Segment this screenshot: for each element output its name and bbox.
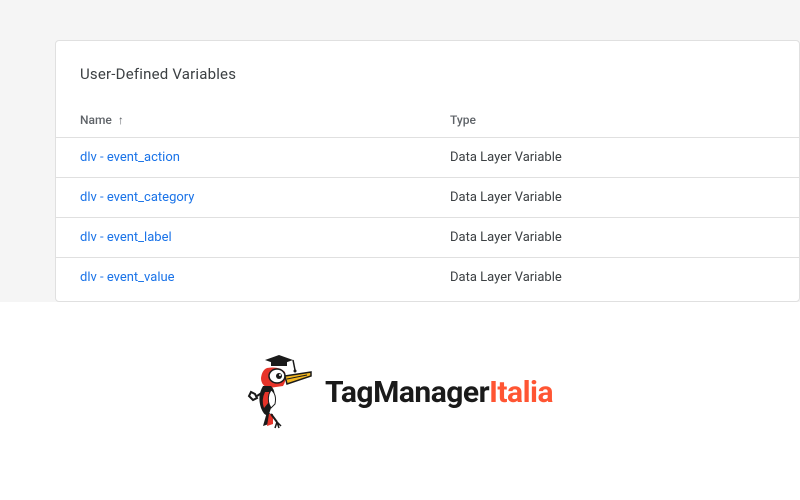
variable-name-link[interactable]: dlv - event_label: [80, 230, 450, 245]
sort-ascending-icon: ↑: [118, 113, 124, 127]
brand-logo: TagManagerItalia: [0, 302, 800, 432]
table-row[interactable]: dlv - event_action Data Layer Variable: [56, 138, 799, 178]
table-body: dlv - event_action Data Layer Variable d…: [56, 138, 799, 301]
variables-table: Name ↑ Type dlv - event_action Data Laye…: [56, 103, 799, 301]
variable-name-link[interactable]: dlv - event_action: [80, 150, 450, 165]
variable-type: Data Layer Variable: [450, 270, 775, 285]
variable-type: Data Layer Variable: [450, 230, 775, 245]
logo-part-1: TagManager: [325, 375, 489, 410]
table-row[interactable]: dlv - event_value Data Layer Variable: [56, 258, 799, 297]
variable-name-link[interactable]: dlv - event_category: [80, 190, 450, 205]
table-row[interactable]: dlv - event_category Data Layer Variable: [56, 178, 799, 218]
column-name-label: Name: [80, 113, 112, 127]
page-background: User-Defined Variables Name ↑ Type dlv -…: [0, 0, 800, 302]
variable-type: Data Layer Variable: [450, 190, 775, 205]
logo-text: TagManagerItalia: [325, 375, 553, 410]
table-header: Name ↑ Type: [56, 103, 799, 138]
variable-name-link[interactable]: dlv - event_value: [80, 270, 450, 285]
table-row[interactable]: dlv - event_label Data Layer Variable: [56, 218, 799, 258]
column-header-name[interactable]: Name ↑: [80, 113, 450, 127]
panel-title: User-Defined Variables: [56, 41, 799, 103]
logo-part-2: Italia: [489, 375, 553, 410]
variable-type: Data Layer Variable: [450, 150, 775, 165]
woodpecker-icon: [247, 352, 317, 432]
column-header-type[interactable]: Type: [450, 113, 775, 127]
user-defined-variables-panel: User-Defined Variables Name ↑ Type dlv -…: [55, 40, 800, 302]
